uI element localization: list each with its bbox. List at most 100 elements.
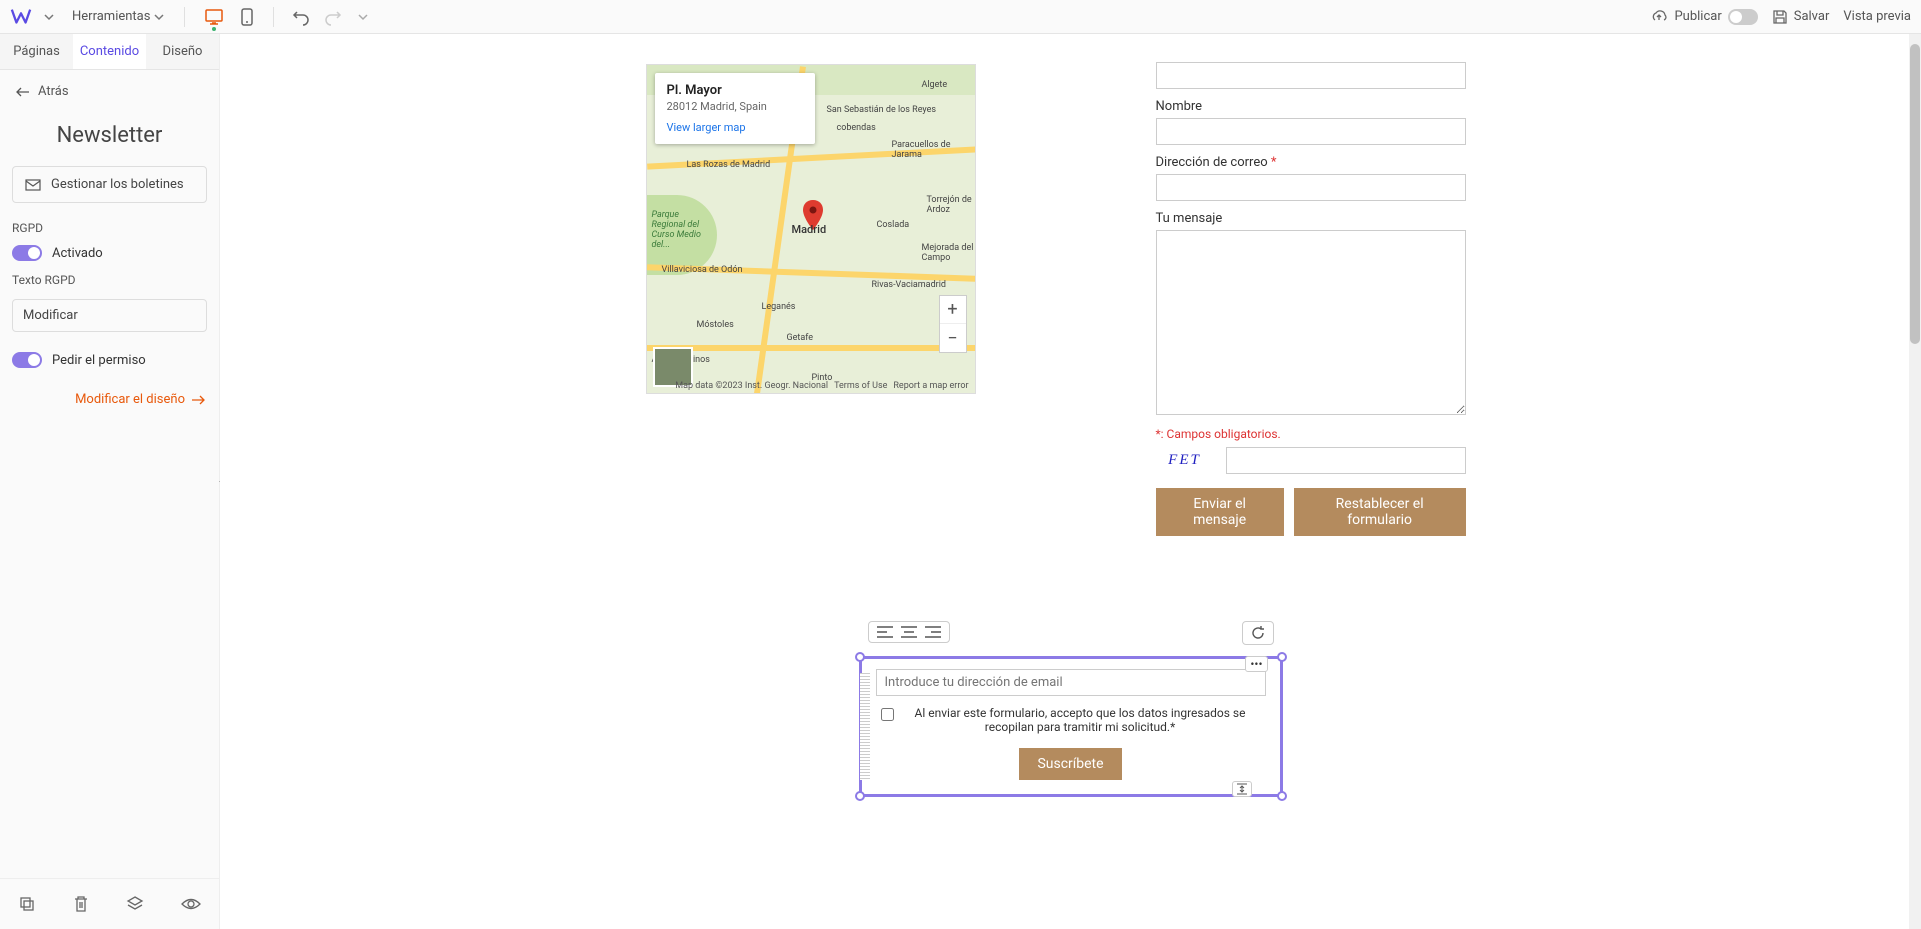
contact-first-input[interactable] [1156,62,1466,89]
contact-form: Nombre Dirección de correo * Tu mensaje … [1156,64,1466,536]
gdpr-text-label: Texto RGPD [0,265,219,293]
required-note: *: Campos obligatorios. [1156,427,1466,441]
map-city-label: Algete [922,80,948,90]
more-options-button[interactable]: ••• [1245,656,1267,672]
map-zoom-in[interactable]: + [940,296,966,324]
captcha-image: FET [1156,449,1214,473]
map-city-label: Móstoles [697,320,734,330]
map-place-subtitle: 28012 Madrid, Spain [667,100,803,113]
reset-toolbar [1242,621,1274,645]
modify-design-link[interactable]: Modificar el diseño [0,372,219,427]
map-city-label: Torrejón de Ardoz [927,195,975,215]
mobile-view-button[interactable] [235,4,259,30]
publish-toggle[interactable] [1728,9,1758,25]
resize-handle-bl[interactable] [855,791,865,801]
map-park-label: Parque Regional del Curso Medio del... [652,210,712,250]
map-embed[interactable]: Algete San Sebastián de los Reyes cobend… [646,64,976,394]
map-city-label: Villaviciosa de Odón [662,265,743,275]
map-city-label: Rivas-Vaciamadrid [872,280,946,290]
message-label: Tu mensaje [1156,211,1466,226]
save-group[interactable]: Salvar [1772,9,1830,25]
app-logo[interactable] [10,6,32,28]
map-attrib-terms[interactable]: Terms of Use [834,381,887,391]
reset-button[interactable]: Restablecer el formulario [1294,488,1466,536]
newsletter-subscribe-button[interactable]: Suscríbete [1019,748,1121,780]
captcha-input[interactable] [1226,447,1466,474]
map-view-larger-link[interactable]: View larger map [667,121,803,134]
delete-button[interactable] [69,891,93,917]
tools-label: Herramientas [72,9,150,24]
resize-handle-br[interactable] [1277,791,1287,801]
sidebar-bottom-tools [0,878,219,929]
undo-button[interactable] [288,4,314,30]
arrow-right-icon [191,395,205,405]
gdpr-section-label: RGPD [0,203,219,241]
scrollbar-thumb[interactable] [1910,44,1920,344]
gdpr-text-modify-button[interactable]: Modificar [12,299,207,332]
separator [184,7,185,27]
map-info-card: Pl. Mayor 28012 Madrid, Spain View large… [655,73,815,144]
newsletter-consent-checkbox[interactable] [881,708,894,721]
submit-button[interactable]: Enviar el mensaje [1156,488,1284,536]
name-label: Nombre [1156,99,1466,114]
logo-menu-dropdown[interactable] [38,8,60,26]
captcha-row: FET [1156,447,1466,474]
sidebar-tabs: Páginas Contenido Diseño [0,34,219,70]
map-zoom-out[interactable]: − [940,324,966,352]
page-canvas: Algete San Sebastián de los Reyes cobend… [411,34,1731,827]
cloud-upload-icon [1650,10,1668,24]
email-input[interactable] [1156,174,1466,201]
topbar-left: Herramientas [10,4,374,30]
spacing-button[interactable] [1232,781,1252,797]
form-buttons: Enviar el mensaje Restablecer el formula… [1156,488,1466,536]
map-center-label: Madrid [792,223,827,236]
map-zoom-controls: + − [939,295,967,353]
align-center-icon[interactable] [901,626,917,638]
resize-handle-tl[interactable] [855,652,865,662]
gdpr-enabled-toggle[interactable] [12,245,42,261]
newsletter-email-input[interactable] [876,669,1266,696]
layers-button[interactable] [122,891,148,917]
manage-newsletters-button[interactable]: Gestionar los boletines [12,166,207,203]
publish-group: Publicar [1650,9,1757,25]
visibility-button[interactable] [177,891,205,917]
tools-dropdown[interactable]: Herramientas [66,5,170,28]
ask-permission-toggle[interactable] [12,352,42,368]
envelope-icon [25,179,41,191]
refresh-icon[interactable] [1251,626,1265,640]
canvas-area: Algete San Sebastián de los Reyes cobend… [220,34,1921,929]
align-right-icon[interactable] [925,626,941,638]
save-label: Salvar [1794,9,1830,24]
desktop-view-button[interactable] [199,5,229,29]
tab-pages[interactable]: Páginas [0,34,73,69]
sidebar-title: Newsletter [0,113,219,166]
duplicate-button[interactable] [14,891,40,917]
redo-button[interactable] [320,4,346,30]
history-menu-dropdown[interactable] [352,8,374,26]
align-left-icon[interactable] [877,626,893,638]
map-attribution: Map data ©2023 Inst. Geogr. Nacional Ter… [675,381,968,391]
map-city-label: San Sebastián de los Reyes [827,105,937,115]
vertical-scrollbar[interactable] [1909,34,1921,929]
topbar-right: Publicar Salvar Vista previa [1650,9,1911,25]
tab-content[interactable]: Contenido [73,34,146,69]
tab-design[interactable]: Diseño [146,34,219,69]
message-textarea[interactable] [1156,230,1466,415]
map-city-label: cobendas [837,123,876,133]
manage-label: Gestionar los boletines [51,177,184,192]
ask-permission-label: Pedir el permiso [52,353,146,368]
gdpr-toggle-row: Activado [0,241,219,265]
drag-handle[interactable] [860,673,870,780]
sidebar-back-button[interactable]: Atrás [0,70,219,113]
resize-handle-tr[interactable] [1277,652,1287,662]
preview-link[interactable]: Vista previa [1843,9,1911,24]
arrow-left-icon [16,87,30,97]
map-attrib-report[interactable]: Report a map error [893,381,968,391]
name-input[interactable] [1156,118,1466,145]
newsletter-consent-text: Al enviar este formulario, accepto que l… [900,706,1260,734]
publish-label[interactable]: Publicar [1674,9,1721,24]
alignment-toolbar [868,621,950,643]
newsletter-block-selected[interactable]: ••• Al enviar este formulario, accepto q… [859,656,1283,797]
map-city-label: Mejorada del Campo [922,243,975,263]
back-label: Atrás [38,84,69,99]
